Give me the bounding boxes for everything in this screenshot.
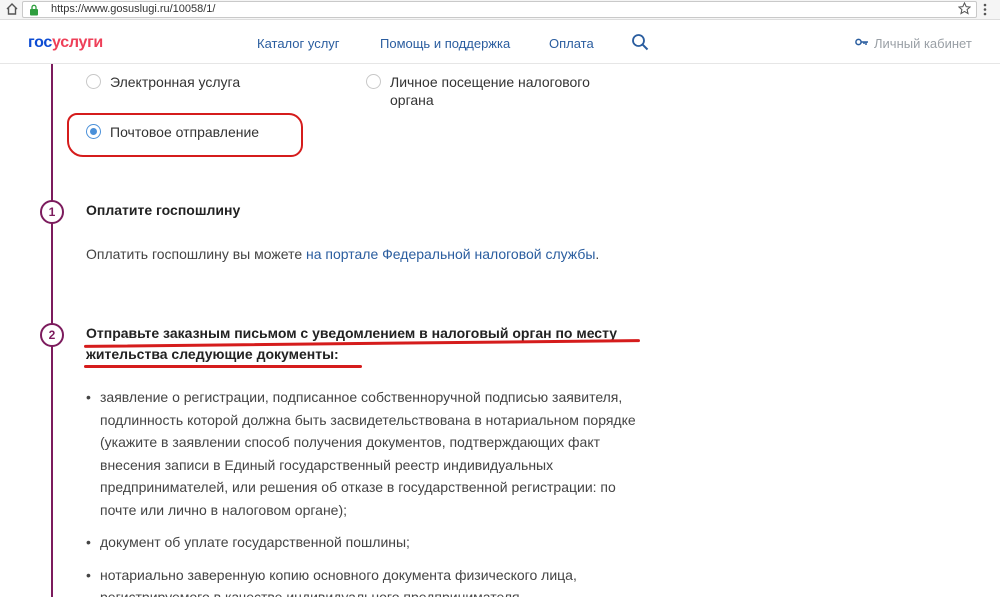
site-header: госуслуги Каталог услуг Помощь и поддерж…	[0, 21, 1000, 64]
annotation-underline-2	[84, 365, 362, 368]
option-personal-label-line2[interactable]: органа	[390, 91, 434, 109]
home-icon[interactable]	[5, 2, 19, 16]
list-item: документ об уплате государственной пошли…	[86, 531, 646, 554]
step-1-text-before: Оплатить госпошлину вы можете	[86, 246, 307, 262]
browser-address-bar: https://www.gosuslugi.ru/10058/1/	[0, 0, 1000, 20]
annotation-oval	[67, 113, 303, 157]
radio-personal-visit[interactable]	[366, 74, 381, 89]
nav-catalog[interactable]: Каталог услуг	[257, 36, 340, 51]
bookmark-star-icon[interactable]	[958, 2, 971, 15]
browser-menu-icon[interactable]	[983, 3, 987, 16]
url-field[interactable]: https://www.gosuslugi.ru/10058/1/	[22, 1, 977, 18]
gosuslugi-logo[interactable]: госуслуги	[28, 34, 103, 52]
key-icon	[855, 38, 868, 46]
nav-help[interactable]: Помощь и поддержка	[380, 36, 510, 51]
lock-icon	[30, 4, 38, 16]
step-2-title-line2: жительства следующие документы:	[86, 346, 339, 362]
step-1-text: Оплатить госпошлину вы можете на портале…	[86, 245, 599, 263]
nav-payment[interactable]: Оплата	[549, 36, 594, 51]
step-1-badge: 1	[40, 200, 64, 224]
step-1-text-after: .	[595, 246, 600, 262]
step-1-title: Оплатите госпошлину	[86, 202, 241, 218]
personal-cabinet-link[interactable]: Личный кабинет	[874, 36, 972, 51]
step-2-badge: 2	[40, 323, 64, 347]
list-item: нотариально заверенную копию основного д…	[86, 564, 646, 597]
option-personal-label-line1[interactable]: Личное посещение налогового	[390, 73, 590, 91]
logo-part-gos: гос	[28, 34, 53, 51]
fns-portal-link[interactable]: на портале Федеральной налоговой службы	[306, 246, 595, 262]
radio-electronic[interactable]	[86, 74, 101, 89]
search-icon[interactable]	[631, 33, 649, 51]
logo-part-uslugi: услуги	[52, 34, 103, 51]
list-item: заявление о регистрации, подписанное соб…	[86, 386, 646, 521]
documents-list: заявление о регистрации, подписанное соб…	[86, 386, 646, 597]
url-text: https://www.gosuslugi.ru/10058/1/	[51, 3, 216, 15]
option-electronic-label[interactable]: Электронная услуга	[110, 73, 240, 91]
